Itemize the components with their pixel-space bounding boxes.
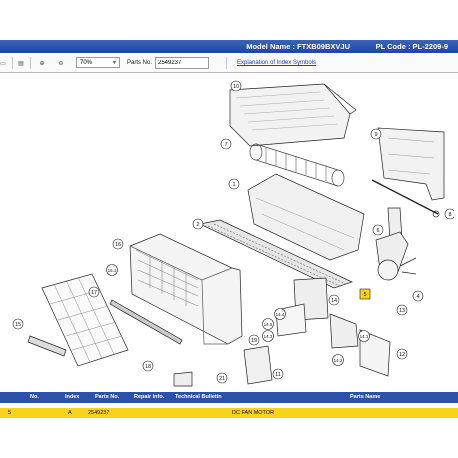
toolbar-divider bbox=[30, 57, 31, 69]
row-parts-no: 2549237 bbox=[88, 410, 110, 416]
title-bar: Model Name : FTXB09BXVJU PL Code : PL-22… bbox=[0, 40, 458, 53]
chevron-down-icon: ▼ bbox=[112, 60, 117, 66]
col-repair-info: Repair Info. bbox=[134, 394, 165, 400]
callout-4[interactable]: 4 bbox=[416, 294, 419, 300]
callout-14-3[interactable]: 14.3 bbox=[264, 334, 273, 339]
table-empty-area bbox=[0, 418, 458, 458]
callout-19[interactable]: 19 bbox=[251, 338, 257, 344]
parts-no-input[interactable] bbox=[155, 57, 209, 69]
page-icon[interactable]: ▭ bbox=[0, 57, 10, 69]
callout-14-5[interactable]: 14.5 bbox=[264, 322, 273, 327]
parts-no-label: Parts No. bbox=[127, 60, 153, 66]
callout-17[interactable]: 17 bbox=[91, 290, 97, 296]
callout-14-4[interactable]: 14.4 bbox=[276, 312, 285, 317]
callout-13[interactable]: 13 bbox=[399, 308, 405, 314]
parts-table-header: No. Index Parts No. Repair Info. Technic… bbox=[0, 392, 458, 403]
callout-7[interactable]: 7 bbox=[224, 142, 227, 148]
col-parts-no: Parts No. bbox=[95, 394, 120, 400]
zoom-in-icon[interactable]: ⊕ bbox=[35, 57, 49, 69]
callout-10[interactable]: 10 bbox=[233, 84, 239, 90]
row-parts-name: DC FAN MOTOR bbox=[232, 410, 275, 416]
callout-9[interactable]: 9 bbox=[374, 132, 377, 138]
callout-11[interactable]: 11 bbox=[275, 372, 281, 378]
callout-21[interactable]: 21 bbox=[219, 376, 225, 382]
model-name: Model Name : FTXB09BXVJU bbox=[246, 42, 350, 51]
callout-18[interactable]: 18 bbox=[145, 364, 151, 370]
col-no: No. bbox=[30, 394, 39, 400]
table-row[interactable]: 5 A 2549237 DC FAN MOTOR bbox=[0, 408, 458, 418]
toolbar-divider bbox=[12, 57, 13, 69]
callout-14[interactable]: 14 bbox=[331, 298, 337, 304]
zoom-select[interactable]: 70% ▼ bbox=[76, 57, 120, 68]
exploded-parts-diagram: 10 7 1 2 16 16.1 17 15 18 9 8 5 6 4 14 1… bbox=[12, 80, 454, 387]
row-index: A bbox=[68, 410, 72, 416]
zoom-out-icon[interactable]: ⊖ bbox=[54, 57, 68, 69]
callout-5[interactable]: 5 bbox=[363, 292, 366, 298]
callout-6[interactable]: 6 bbox=[376, 228, 379, 234]
col-index: Index bbox=[65, 394, 80, 400]
callout-2[interactable]: 2 bbox=[196, 222, 199, 228]
toolbar-divider bbox=[226, 57, 227, 69]
zoom-value: 70% bbox=[80, 60, 93, 66]
callout-16-1[interactable]: 16.1 bbox=[108, 268, 117, 273]
col-parts-name: Parts Name bbox=[350, 394, 381, 400]
explanation-link[interactable]: Explanation of Index Symbols bbox=[237, 58, 316, 68]
callout-15[interactable]: 15 bbox=[15, 322, 21, 328]
callout-1[interactable]: 1 bbox=[232, 182, 235, 188]
print-icon[interactable]: ▤ bbox=[14, 57, 28, 69]
toolbar: ▭ ▤ ⊕ ⊖ 70% ▼ Parts No. Explanation of I… bbox=[0, 55, 458, 73]
callout-16[interactable]: 16 bbox=[115, 242, 121, 248]
callout-14-1[interactable]: 14.1 bbox=[360, 334, 369, 339]
col-technical-bulletin: Technical Bulletin bbox=[175, 394, 222, 400]
callout-8[interactable]: 8 bbox=[448, 212, 451, 218]
callout-14-2[interactable]: 14.2 bbox=[334, 358, 343, 363]
row-no: 5 bbox=[8, 410, 12, 416]
parts-catalog-viewer: Model Name : FTXB09BXVJU PL Code : PL-22… bbox=[0, 0, 458, 458]
pl-code: PL Code : PL-2209-9 bbox=[375, 42, 448, 51]
callout-12[interactable]: 12 bbox=[399, 352, 405, 358]
